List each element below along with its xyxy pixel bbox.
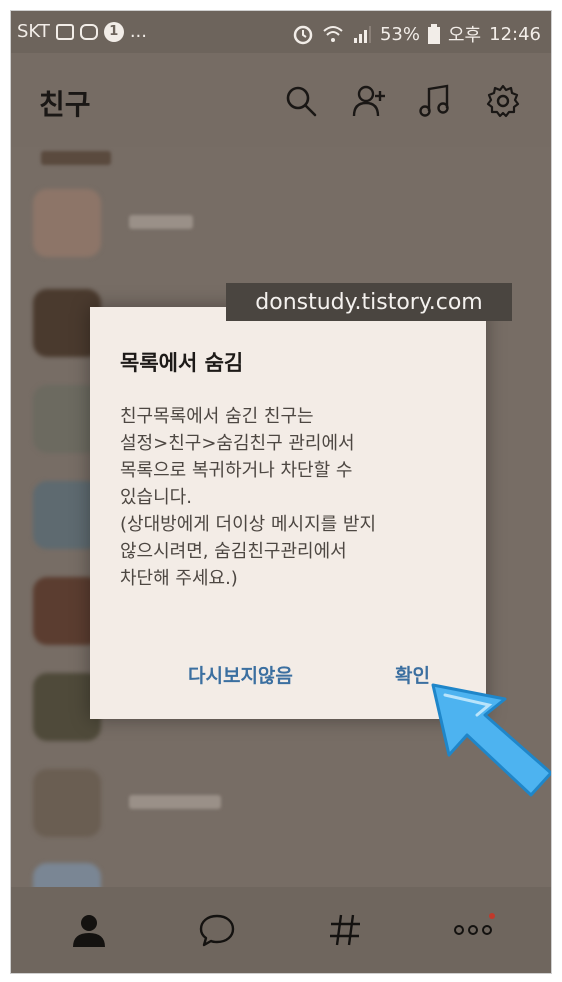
avatar [33, 769, 101, 837]
clock: 12:46 [489, 23, 541, 45]
nav-friends[interactable] [59, 905, 119, 955]
dialog-message: 친구목록에서 숨긴 친구는 설정>친구>숨김친구 관리에서 목록으로 복귀하거나… [120, 403, 460, 592]
battery-icon [428, 24, 440, 44]
bottom-nav [11, 887, 551, 973]
more-icon [454, 925, 492, 935]
confirm-button[interactable]: 확인 [395, 661, 430, 688]
signal-icon [353, 26, 371, 43]
pointer-arrow-icon [431, 683, 551, 797]
dialog-line: 차단해 주세요.) [120, 568, 238, 589]
nav-hashtag[interactable] [315, 905, 375, 955]
app-notification-icon [79, 23, 98, 40]
dialog-line: 설정>친구>숨김친구 관리에서 [120, 433, 355, 454]
hide-friend-dialog: 목록에서 숨김 친구목록에서 숨긴 친구는 설정>친구>숨김친구 관리에서 목록… [90, 307, 486, 719]
chat-icon [199, 914, 235, 947]
count-badge: 1 [103, 21, 124, 42]
hashtag-icon [330, 914, 360, 946]
ampm-label: 오후 [448, 25, 482, 46]
dialog-line: 친구목록에서 숨긴 친구는 [120, 406, 314, 427]
carrier-label: SKT [17, 21, 50, 42]
battery-percent: 53% [379, 23, 420, 45]
avatar [33, 189, 101, 257]
gallery-notification-icon [55, 23, 74, 40]
nav-chats[interactable] [187, 905, 247, 955]
more-notifications: ... [129, 21, 147, 42]
dialog-line: 있습니다. [120, 487, 192, 508]
dialog-title: 목록에서 숨김 [120, 351, 244, 375]
status-bar: SKT 1 ... 53% 오후 12:46 [11, 11, 551, 53]
new-badge [489, 913, 495, 919]
dont-show-again-button[interactable]: 다시보지않음 [188, 661, 293, 688]
dialog-line: 목록으로 복귀하거나 차단할 수 [120, 460, 353, 481]
list-item[interactable] [11, 177, 551, 273]
phone-screen: SKT 1 ... 53% 오후 12:46 친구 목록에서 숨김 친구목록에서… [10, 10, 552, 974]
watermark: donstudy.tistory.com [226, 283, 512, 321]
friends-icon [73, 915, 105, 947]
nav-more[interactable] [443, 905, 503, 955]
alarm-icon [293, 25, 313, 45]
dialog-line: (상대방에게 더이상 메시지를 받지 [120, 514, 377, 535]
dialog-line: 않으시려면, 숨김친구관리에서 [120, 541, 347, 562]
wifi-icon [323, 26, 343, 42]
